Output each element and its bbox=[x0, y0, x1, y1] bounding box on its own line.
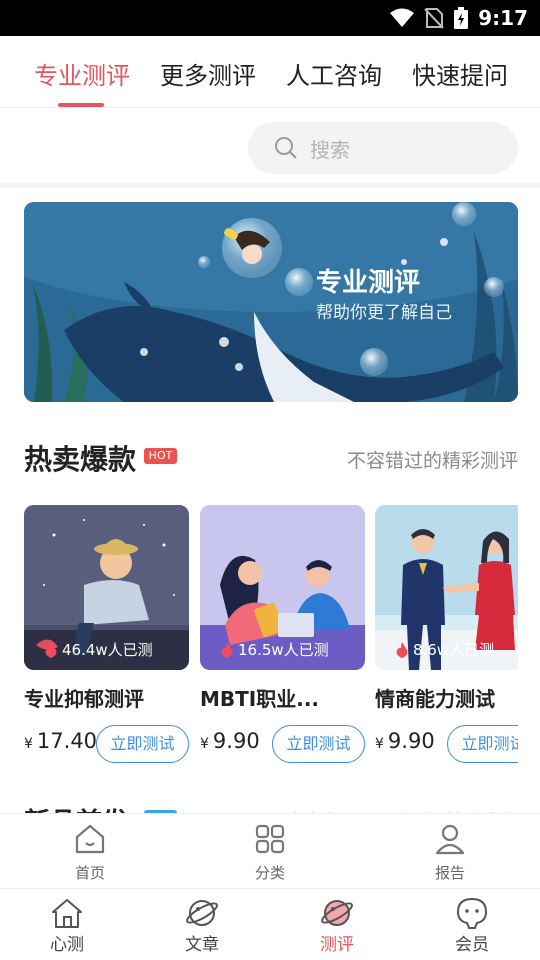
subnav-label: 分类 bbox=[254, 864, 285, 882]
status-icons: 9:17 bbox=[390, 0, 528, 36]
card-test-count: 16.5w人已测 bbox=[220, 639, 329, 660]
promo-banner[interactable]: 专业测评 帮助你更了解自己 bbox=[24, 202, 518, 402]
status-bar: 9:17 bbox=[0, 0, 540, 36]
product-card[interactable]: 46.4w人已测 专业抑郁测评 ¥17.40 立即测试 bbox=[24, 505, 189, 775]
banner-subtitle: 帮助你更了解自己 bbox=[316, 303, 452, 323]
planet-icon bbox=[321, 900, 353, 926]
category-icon bbox=[255, 824, 285, 854]
card-price: ¥9.90 bbox=[375, 729, 435, 753]
wifi-icon bbox=[390, 8, 415, 27]
subnav-category[interactable]: 分类 bbox=[210, 814, 330, 890]
active-tab-indicator bbox=[58, 103, 104, 107]
card-test-count: 46.4w人已测 bbox=[44, 639, 153, 660]
bottom-nav-label: 测评 bbox=[320, 935, 354, 955]
price-value: 9.90 bbox=[212, 729, 260, 753]
fire-icon bbox=[45, 641, 57, 658]
tab-quick-question[interactable]: 快速提问 bbox=[412, 56, 508, 91]
hot-badge: HOT bbox=[144, 448, 177, 464]
subnav-home[interactable]: 首页 bbox=[30, 814, 150, 890]
search-input[interactable]: 搜索 bbox=[248, 122, 518, 174]
house-icon bbox=[52, 899, 82, 928]
home-icon bbox=[75, 824, 105, 854]
bottom-nav-label: 会员 bbox=[455, 935, 489, 955]
fire-icon bbox=[396, 641, 408, 658]
tab-professional-test[interactable]: 专业测评 bbox=[34, 56, 130, 91]
card-image[interactable]: 8.6w人已测 bbox=[375, 505, 518, 670]
product-card[interactable]: 16.5w人已测 MBTI职业... ¥9.90 立即测试 bbox=[200, 505, 365, 775]
tab-more-tests[interactable]: 更多测评 bbox=[160, 56, 256, 91]
face-icon bbox=[457, 898, 487, 929]
battery-icon bbox=[454, 7, 469, 29]
card-title[interactable]: MBTI职业... bbox=[200, 683, 319, 712]
planet-icon bbox=[186, 900, 218, 926]
card-price: ¥17.40 bbox=[24, 729, 97, 753]
product-card-list: 46.4w人已测 专业抑郁测评 ¥17.40 立即测试 16.5w人已测 MBT… bbox=[24, 505, 518, 775]
start-test-button[interactable]: 立即测试 bbox=[447, 725, 518, 763]
card-image[interactable]: 46.4w人已测 bbox=[24, 505, 189, 670]
card-title[interactable]: 情商能力测试 bbox=[375, 683, 495, 712]
currency-symbol: ¥ bbox=[24, 736, 33, 752]
bottom-nav-tests[interactable]: 测评 bbox=[292, 890, 382, 960]
bottom-nav-member[interactable]: 会员 bbox=[427, 890, 517, 960]
banner-title: 专业测评 bbox=[316, 268, 421, 298]
card-image[interactable]: 16.5w人已测 bbox=[200, 505, 365, 670]
card-title[interactable]: 专业抑郁测评 bbox=[24, 683, 144, 712]
section-subtitle[interactable]: 不容错过的精彩测评 bbox=[347, 446, 518, 473]
subnav-label: 首页 bbox=[74, 864, 105, 882]
price-value: 17.40 bbox=[36, 729, 98, 753]
section-title: 热卖爆款 bbox=[24, 443, 137, 476]
fire-icon bbox=[221, 641, 233, 658]
tab-human-consult[interactable]: 人工咨询 bbox=[286, 56, 382, 91]
test-count-label: 8.6w人已测 bbox=[413, 641, 495, 659]
search-area: 搜索 bbox=[0, 108, 540, 188]
bottom-nav-label: 文章 bbox=[185, 935, 219, 955]
bottom-nav-label: 心测 bbox=[50, 935, 84, 955]
subnav-label: 报告 bbox=[434, 864, 465, 882]
top-tabs: 专业测评 更多测评 人工咨询 快速提问 bbox=[0, 36, 540, 108]
bottom-nav: 心测 文章 测评 会员 bbox=[0, 890, 540, 960]
test-count-label: 16.5w人已测 bbox=[238, 641, 329, 659]
search-placeholder: 搜索 bbox=[310, 138, 350, 162]
price-value: 9.90 bbox=[387, 729, 435, 753]
subnav-report[interactable]: 报告 bbox=[390, 814, 510, 890]
secondary-nav: 首页 分类 报告 bbox=[0, 813, 540, 889]
start-test-button[interactable]: 立即测试 bbox=[272, 725, 365, 763]
card-price: ¥9.90 bbox=[200, 729, 260, 753]
test-count-label: 46.4w人已测 bbox=[62, 641, 153, 659]
hot-section-header: 热卖爆款 HOT 不容错过的精彩测评 bbox=[0, 430, 540, 480]
search-icon bbox=[275, 137, 297, 159]
card-test-count: 8.6w人已测 bbox=[395, 639, 494, 660]
bottom-nav-articles[interactable]: 文章 bbox=[157, 890, 247, 960]
start-test-button[interactable]: 立即测试 bbox=[96, 725, 189, 763]
user-icon bbox=[435, 824, 465, 855]
product-card[interactable]: 8.6w人已测 情商能力测试 ¥9.90 立即测试 bbox=[375, 505, 518, 775]
status-time: 9:17 bbox=[478, 6, 528, 30]
no-sim-icon bbox=[424, 8, 444, 29]
currency-symbol: ¥ bbox=[375, 736, 384, 752]
bottom-nav-xince[interactable]: 心测 bbox=[22, 890, 112, 960]
currency-symbol: ¥ bbox=[200, 736, 209, 752]
